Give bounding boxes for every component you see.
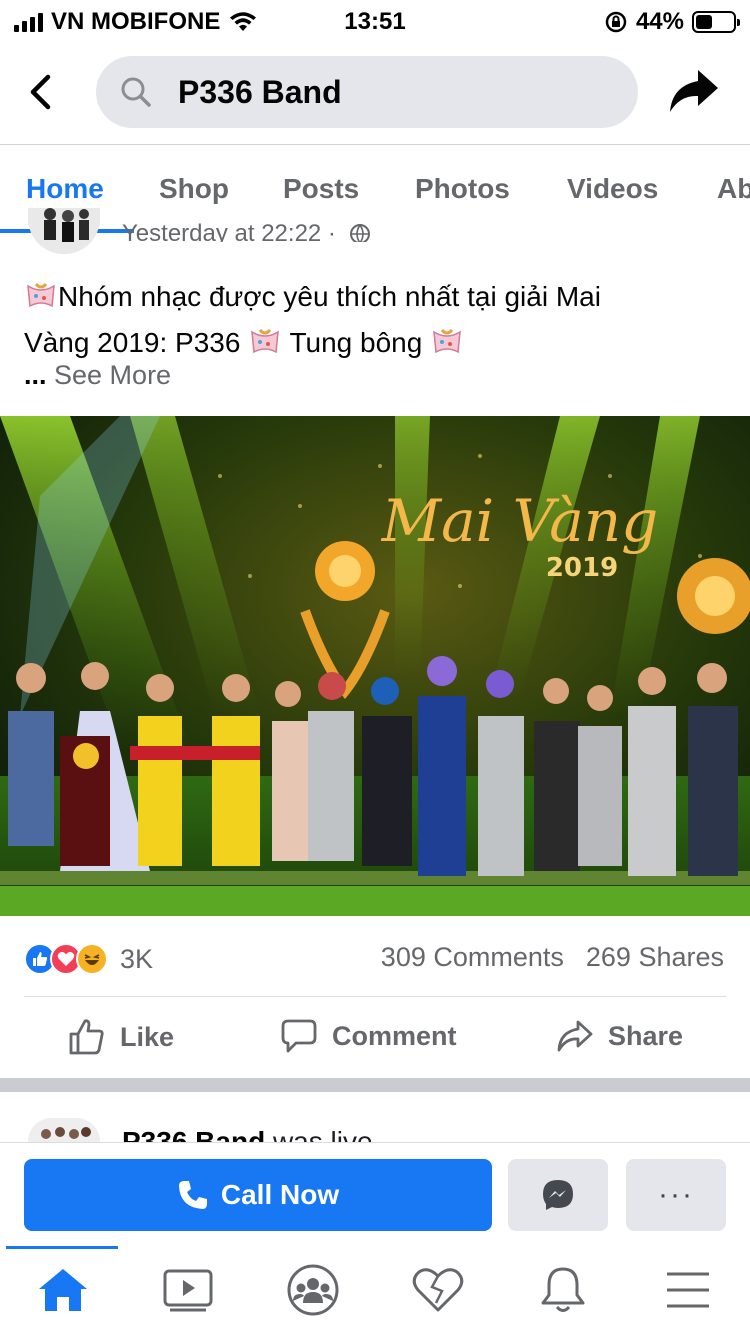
groups-icon <box>287 1264 339 1316</box>
post-actions: Like Comment Share <box>0 1000 750 1076</box>
post-text-line1: Nhóm nhạc được yêu thích nhất tại giải M… <box>24 274 724 320</box>
reactions-summary[interactable]: 3K <box>24 938 153 980</box>
reactions-count: 3K <box>120 943 154 974</box>
next-post-author[interactable]: P336 Band <box>122 1126 265 1142</box>
battery-percent: 44% <box>635 8 684 35</box>
see-more-link[interactable]: ... See More <box>24 360 171 391</box>
share-page-button[interactable] <box>668 66 720 116</box>
haha-reaction-icon <box>76 943 108 975</box>
ellipsis: ... <box>24 360 55 390</box>
comment-button[interactable]: Comment <box>280 1018 457 1054</box>
next-post-status: was live <box>265 1126 373 1142</box>
like-label: Like <box>120 1021 175 1052</box>
comment-icon <box>281 1019 317 1053</box>
nav-watch[interactable] <box>158 1264 218 1316</box>
nav-menu[interactable] <box>658 1264 718 1316</box>
watch-icon <box>163 1269 213 1312</box>
like-icon <box>69 1019 104 1055</box>
share-arrow-icon <box>670 70 718 112</box>
reactions-divider <box>24 996 726 997</box>
active-nav-indicator <box>6 1246 118 1249</box>
nav-dating[interactable] <box>408 1264 468 1316</box>
see-more-label: See More <box>54 360 172 390</box>
back-button[interactable] <box>22 72 58 112</box>
svg-text:2019: 2019 <box>546 553 618 583</box>
search-header: P336 Band <box>0 40 750 144</box>
tab-videos[interactable]: Videos <box>567 173 658 205</box>
like-button[interactable]: Like <box>68 1018 174 1056</box>
battery-fill <box>696 15 712 29</box>
nav-home[interactable] <box>33 1264 93 1316</box>
nav-groups[interactable] <box>283 1264 343 1316</box>
post-author-avatar[interactable] <box>28 208 100 254</box>
share-icon <box>557 1020 593 1052</box>
messenger-icon <box>543 1180 573 1210</box>
menu-icon <box>667 1272 709 1308</box>
more-options-button[interactable]: ··· <box>626 1159 726 1231</box>
gift-ribbon-icon <box>27 282 55 308</box>
search-input[interactable]: P336 Band <box>96 56 638 128</box>
call-now-button[interactable]: Call Now <box>24 1159 492 1231</box>
svg-text:Mai Vàng: Mai Vàng <box>381 487 659 555</box>
post-timestamp[interactable]: Yesterday at 22:22 · <box>122 220 371 242</box>
shares-count[interactable]: 269 Shares <box>586 942 724 972</box>
next-post-options[interactable]: ··· <box>696 1134 726 1142</box>
dating-icon <box>412 1268 464 1312</box>
call-now-label: Call Now <box>220 1179 340 1210</box>
status-right: 44% <box>604 8 740 36</box>
notifications-icon <box>541 1267 585 1312</box>
next-post-title: P336 Band was live <box>122 1124 373 1142</box>
post-photo[interactable]: Mai Vàng 2019 <box>0 416 750 916</box>
page-action-bar: Call Now ··· <box>0 1142 750 1246</box>
tab-home[interactable]: Home <box>26 173 104 205</box>
share-button[interactable]: Share <box>556 1018 683 1054</box>
nav-notifications[interactable] <box>533 1264 593 1316</box>
back-icon <box>30 74 51 110</box>
tab-posts[interactable]: Posts <box>283 173 359 205</box>
rotation-lock-icon <box>605 11 627 33</box>
next-post-avatar[interactable] <box>28 1118 100 1142</box>
post-line2-text-a: Vàng 2019: P336 <box>24 327 249 358</box>
gift-ribbon-icon <box>433 328 462 354</box>
search-query: P336 Band <box>178 73 342 110</box>
post-text: Nhóm nhạc được yêu thích nhất tại giải M… <box>24 274 724 366</box>
bottom-navigation <box>0 1246 750 1334</box>
comment-label: Comment <box>332 1020 457 1051</box>
battery-icon <box>692 11 740 33</box>
post-line2-text-b: Tung bông <box>282 327 431 358</box>
gift-ribbon-icon <box>251 328 280 354</box>
status-bar: VN MOBIFONE 13:51 44% <box>0 0 750 40</box>
home-icon <box>39 1269 87 1311</box>
post-time: Yesterday at 22:22 · <box>122 220 336 242</box>
search-icon <box>120 76 152 108</box>
tab-shop[interactable]: Shop <box>159 173 229 205</box>
globe-icon <box>349 224 370 242</box>
page-tabs: Home Shop Posts Photos Videos Ab <box>0 145 750 233</box>
tab-about[interactable]: Ab <box>717 173 750 205</box>
comments-count[interactable]: 309 Comments <box>381 942 564 972</box>
feed-separator <box>0 1078 750 1092</box>
share-label: Share <box>608 1020 684 1051</box>
post-line1-text: Nhóm nhạc được yêu thích nhất tại giải M… <box>58 281 601 312</box>
phone-icon <box>178 1181 207 1209</box>
tab-photos[interactable]: Photos <box>415 173 510 205</box>
engagement-counts: 309 Comments 269 Shares <box>381 942 724 973</box>
messenger-button[interactable] <box>508 1159 608 1231</box>
